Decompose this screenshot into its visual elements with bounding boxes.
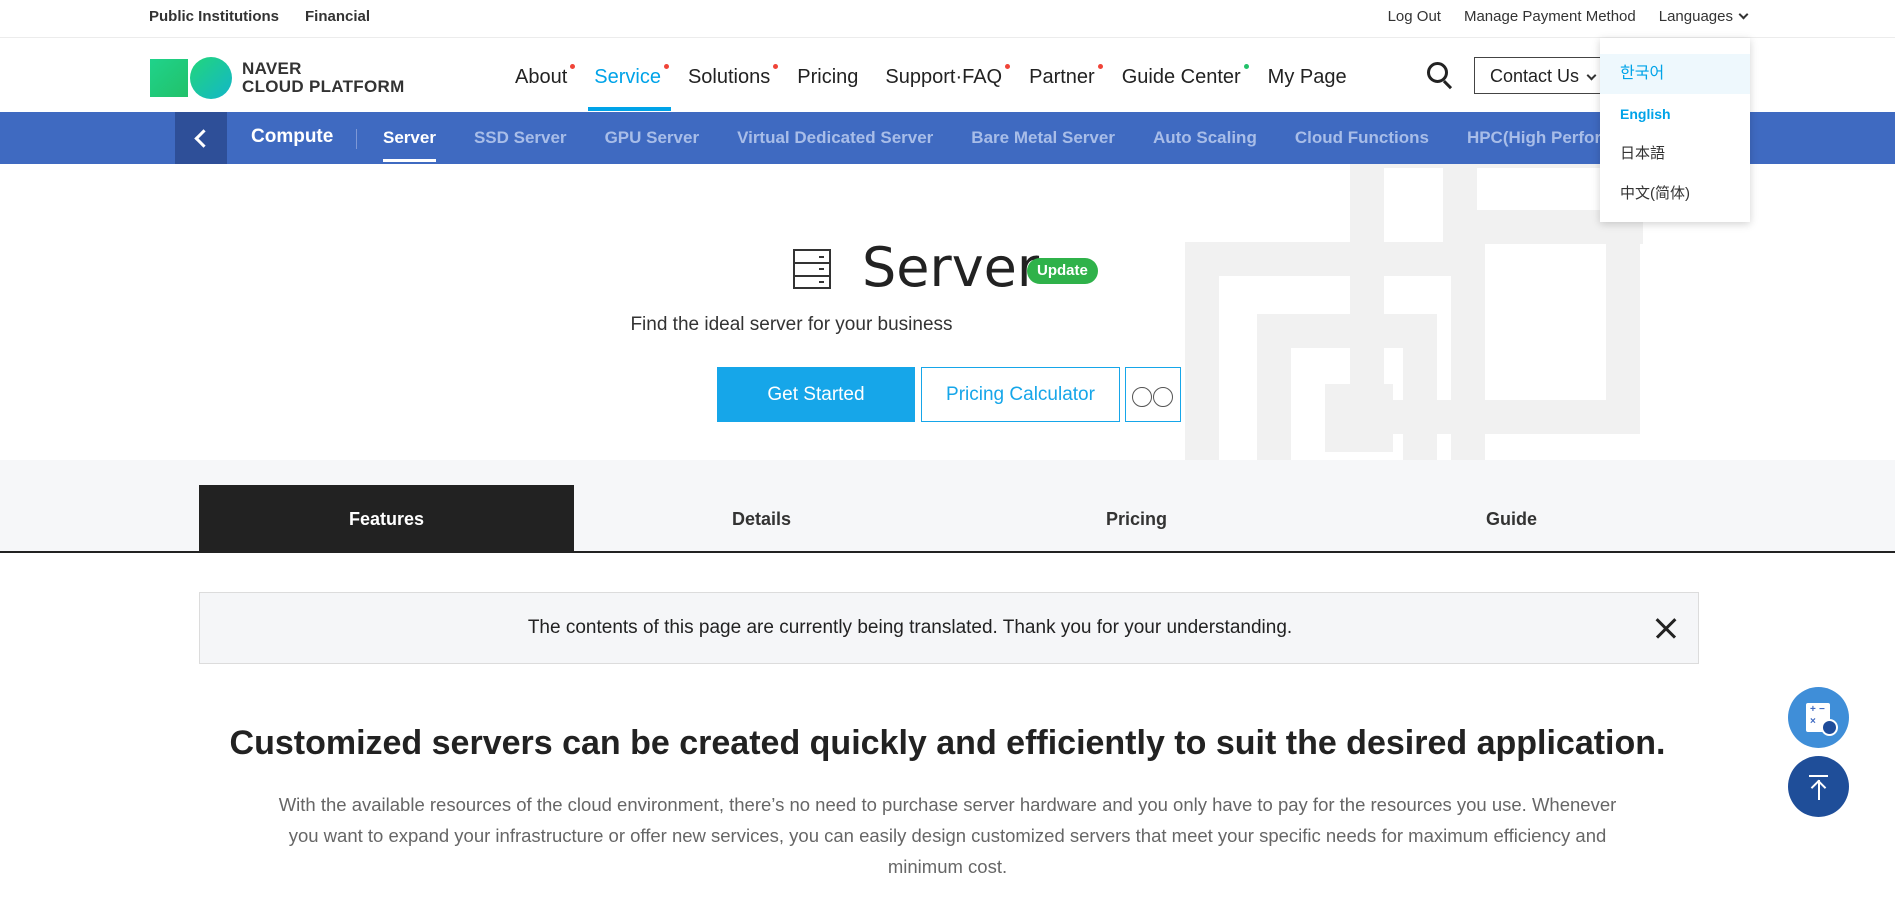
nav-guide-center[interactable]: Guide Center [1122, 64, 1249, 89]
languages-label: Languages [1658, 8, 1733, 25]
subnav-item-cloud-functions[interactable]: Cloud Functions [1295, 128, 1429, 148]
subnav-item-ssd-server[interactable]: SSD Server [474, 128, 567, 148]
feedback-button[interactable] [1125, 367, 1181, 422]
contact-us-label: Contact Us [1490, 66, 1580, 86]
tab-pricing[interactable]: Pricing [949, 485, 1324, 553]
languages-dropdown[interactable]: Languages [1658, 8, 1749, 25]
financial-link[interactable]: Financial [305, 8, 370, 25]
sub-nav-clip: Compute Server SSD Server GPU Server Vir… [0, 112, 1600, 164]
new-dot-icon [1097, 64, 1103, 69]
tab-details[interactable]: Details [574, 485, 949, 553]
nav-about[interactable]: About [515, 64, 576, 89]
new-dot-icon [570, 64, 576, 69]
nav-service[interactable]: Service [588, 64, 671, 111]
utility-right-links: Log Out Manage Payment Method Languages [1388, 8, 1749, 25]
main-nav: About Service Solutions Pricing Support·… [515, 64, 1374, 111]
subnav-item-bare-metal-server[interactable]: Bare Metal Server [971, 128, 1115, 148]
nav-partner[interactable]: Partner [1029, 64, 1103, 89]
new-dot-icon [1243, 64, 1249, 69]
subnav-item-hpc[interactable]: HPC(High Performance Computing) [1467, 128, 1600, 148]
lang-chinese[interactable]: 中文(简体) [1600, 174, 1750, 214]
equals-icon [1821, 719, 1838, 736]
manage-payment-link[interactable]: Manage Payment Method [1464, 8, 1636, 25]
logo-circle-icon [190, 57, 232, 99]
subnav-divider [356, 129, 357, 149]
search-icon[interactable] [1427, 62, 1455, 90]
nav-pricing[interactable]: Pricing [797, 66, 858, 89]
nav-solutions[interactable]: Solutions [688, 64, 779, 89]
chevron-down-icon [1586, 70, 1597, 81]
subnav-item-server[interactable]: Server [383, 128, 436, 162]
scroll-to-top-button[interactable] [1788, 756, 1849, 817]
new-dot-icon [773, 64, 779, 69]
lang-english[interactable]: English [1600, 94, 1750, 134]
nav-my-page[interactable]: My Page [1268, 66, 1347, 89]
server-icon [793, 249, 831, 289]
subnav-items: Server SSD Server GPU Server Virtual Ded… [383, 128, 1600, 162]
tab-features[interactable]: Features [199, 485, 574, 553]
frown-icon [1153, 387, 1173, 407]
notice-text: The contents of this page are currently … [527, 617, 1293, 638]
smile-icon [1132, 387, 1152, 407]
subnav-item-auto-scaling[interactable]: Auto Scaling [1153, 128, 1257, 148]
close-icon[interactable] [1655, 617, 1677, 639]
back-chevron-icon[interactable] [175, 112, 227, 164]
pricing-calculator-button[interactable]: Pricing Calculator [921, 367, 1120, 422]
tab-guide[interactable]: Guide [1324, 485, 1699, 553]
section-description: With the available resources of the clou… [278, 794, 1617, 877]
subnav-category[interactable]: Compute [251, 126, 333, 148]
logo-text: NAVER CLOUD PLATFORM [242, 60, 405, 96]
logo-line2: CLOUD PLATFORM [242, 77, 405, 96]
subnav-item-gpu-server[interactable]: GPU Server [605, 128, 700, 148]
arrow-up-icon [1809, 775, 1828, 777]
hero-subtitle: Find the ideal server for your business [630, 314, 953, 335]
language-menu: 한국어 English 日本語 中文(简体) [1600, 38, 1750, 222]
logo-line1: NAVER [242, 59, 302, 78]
logo[interactable]: NAVER CLOUD PLATFORM [150, 57, 405, 99]
tabs: Features Details Pricing Guide [199, 485, 1699, 553]
new-dot-icon [663, 64, 669, 69]
calculator-float-button[interactable]: + − × [1788, 687, 1849, 748]
tabs-bar: Features Details Pricing Guide [0, 460, 1895, 553]
utility-bar: Public Institutions Financial Log Out Ma… [0, 0, 1895, 38]
page-title: Server [862, 236, 1040, 299]
contact-us-button[interactable]: Contact Us [1474, 57, 1614, 94]
section-title: Customized servers can be created quickl… [229, 724, 1666, 762]
update-badge: Update [1027, 258, 1098, 284]
public-institutions-link[interactable]: Public Institutions [149, 8, 279, 25]
lang-japanese[interactable]: 日本語 [1600, 134, 1750, 174]
logout-link[interactable]: Log Out [1388, 8, 1441, 25]
nav-support-faq[interactable]: Support·FAQ [885, 64, 1011, 89]
chevron-down-icon [1738, 9, 1749, 20]
get-started-button[interactable]: Get Started [717, 367, 915, 422]
utility-left-links: Public Institutions Financial [149, 8, 370, 25]
subnav-item-virtual-dedicated-server[interactable]: Virtual Dedicated Server [737, 128, 933, 148]
translation-notice: The contents of this page are currently … [199, 592, 1699, 664]
logo-square-icon [150, 59, 188, 97]
new-dot-icon [1005, 64, 1011, 69]
lang-korean[interactable]: 한국어 [1600, 54, 1750, 94]
